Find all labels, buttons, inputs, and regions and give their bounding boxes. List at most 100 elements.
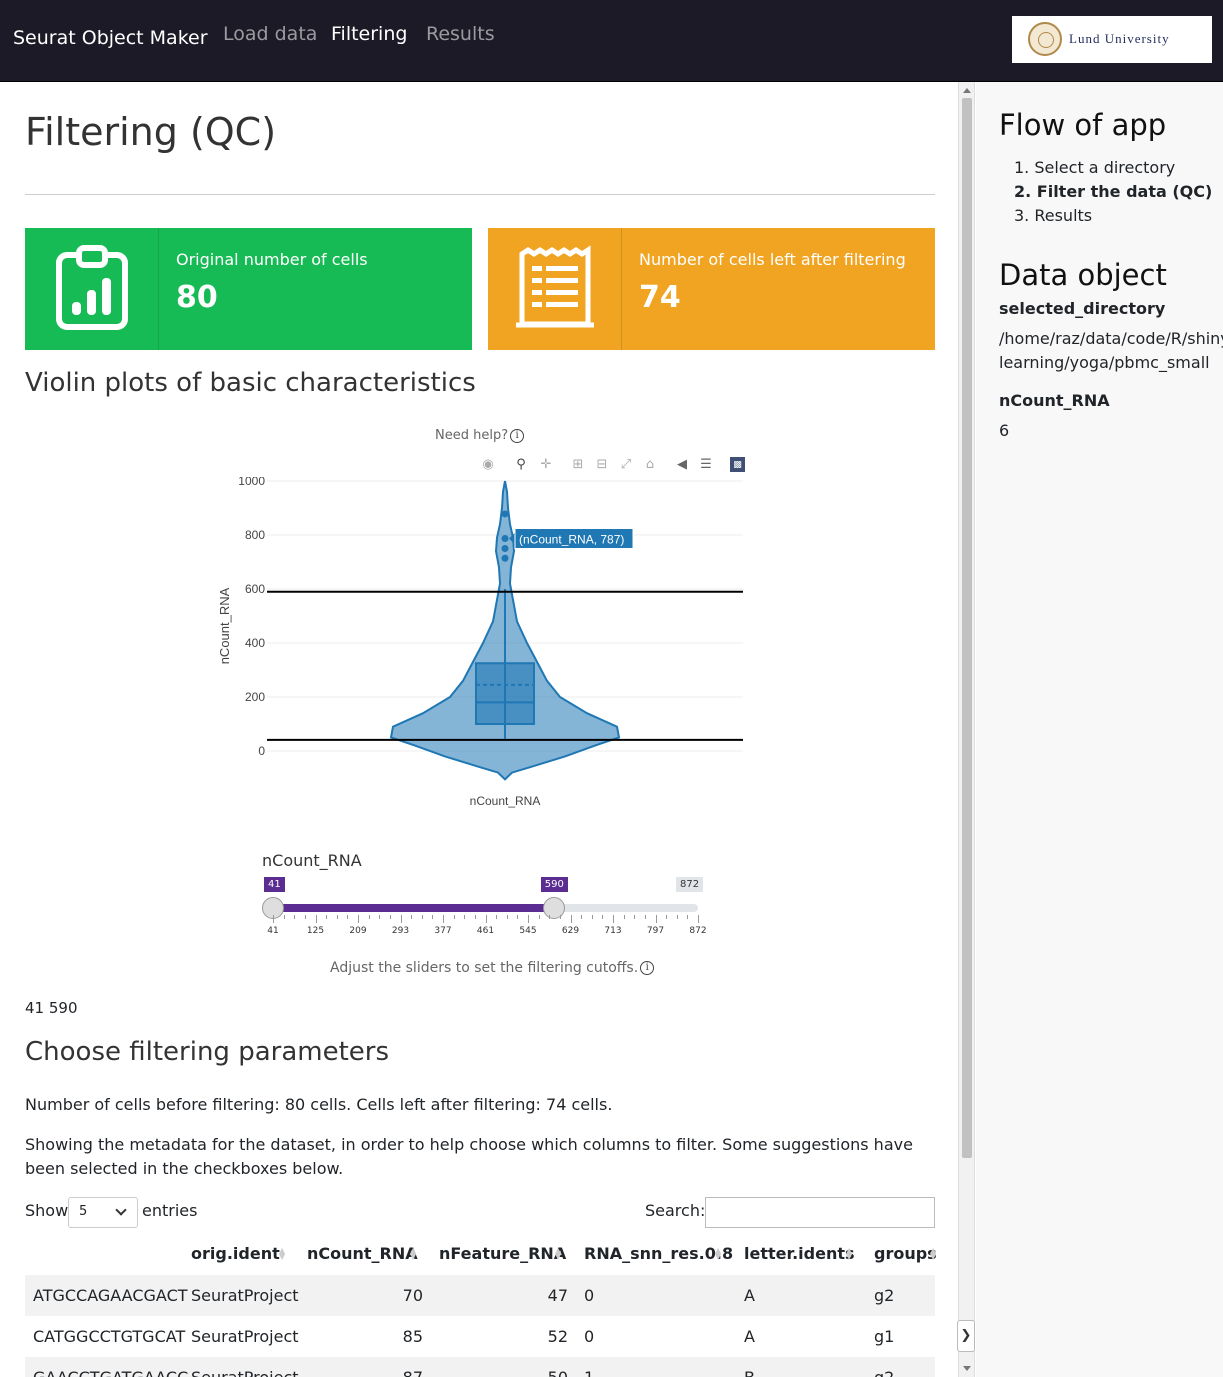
flow-item-filter: 2. Filter the data (QC) — [1014, 182, 1213, 201]
table-row[interactable]: ATGCCAGAACGACT SeuratProject 70 47 0 A g… — [25, 1275, 935, 1316]
reset-axes-icon[interactable]: ⌂ — [642, 457, 658, 473]
outlier-point — [501, 535, 509, 543]
main-panel: Filtering (QC) Original number of cells … — [0, 82, 958, 1377]
slider-tick-label: 125 — [306, 926, 325, 936]
slider-tick — [400, 915, 402, 923]
clipboard-chart-icon — [56, 245, 128, 330]
plotly-logo-icon[interactable]: ▩ — [730, 457, 745, 472]
slider-minor-tick — [623, 915, 625, 919]
search-input[interactable] — [705, 1197, 935, 1228]
zoom-icon[interactable]: ⚲ — [513, 457, 529, 473]
scroll-thumb[interactable] — [962, 98, 972, 1158]
value-box-icon-area — [25, 228, 159, 350]
navbar: Seurat Object Maker Load data Filtering … — [0, 0, 1223, 82]
slider-minor-tick — [421, 915, 423, 919]
sort-icon[interactable]: ▲ ▼ — [715, 1247, 721, 1261]
cell-group: g1 — [874, 1327, 895, 1346]
info-icon[interactable]: i — [640, 961, 655, 975]
hover-label-text: (nCount_RNA, 787) — [519, 533, 624, 547]
y-tick-label: 200 — [245, 690, 265, 704]
slider-minor-tick — [368, 915, 370, 919]
zoom-in-icon[interactable]: ⊞ — [570, 457, 586, 473]
data-object-title: Data object — [999, 258, 1167, 292]
ncount-range-slider[interactable]: 41 590 872 41 125 209 293 377 461 545 629 713 797… — [260, 877, 710, 937]
hover-closest-icon[interactable]: ◀ — [674, 457, 690, 473]
cell-group: g2 — [874, 1286, 895, 1305]
y-tick-label: 600 — [245, 582, 265, 596]
slider-minor-tick — [538, 915, 540, 919]
slider-max-tag: 872 — [676, 877, 704, 892]
violin-chart: (nCount_RNA, 787) 0 200 400 600 800 1000 nCoun… — [217, 477, 743, 808]
slider-minor-tick — [506, 915, 508, 919]
slider-minor-tick — [389, 915, 391, 919]
sort-icon[interactable]: ▲ ▼ — [846, 1247, 852, 1261]
slider-tick — [613, 915, 614, 923]
column-header-nfeature-rna[interactable]: nFeature_RNA — [439, 1244, 566, 1263]
cell-res: 0 — [584, 1286, 595, 1305]
slider-tick-label: 797 — [646, 926, 665, 936]
table-row[interactable]: GAACCTGATGAACC SeuratProject 87 50 1 B g… — [25, 1357, 935, 1377]
table-row[interactable]: CATGGCCTGTGCAT SeuratProject 85 52 0 A g… — [25, 1316, 935, 1357]
show-label: Show — [25, 1201, 69, 1220]
flow-list: 1. Select a directory 2. Filter the data… — [1014, 156, 1212, 228]
cell-nfeature: 50 — [439, 1368, 568, 1377]
entries-select[interactable]: 5 — [68, 1197, 138, 1228]
cell-cell-id: ATGCCAGAACGACT — [33, 1286, 188, 1305]
slider-minor-tick — [283, 915, 285, 919]
value-box-original: Original number of cells 80 — [25, 228, 472, 350]
autoscale-icon[interactable]: ⤢ — [618, 457, 634, 473]
info-icon[interactable]: i — [510, 428, 525, 443]
nav-load-data[interactable]: Load data — [223, 23, 317, 45]
value-ncount-rna: 6 — [999, 421, 1010, 440]
main-scrollbar[interactable] — [958, 82, 975, 1377]
entries-label: entries — [142, 1201, 198, 1220]
y-tick-label: 800 — [245, 528, 265, 542]
outlier-point — [501, 545, 509, 552]
value-box-icon-area — [488, 228, 622, 350]
slider-handle-to[interactable] — [542, 897, 565, 919]
slider-minor-tick — [676, 915, 678, 919]
nav-filtering[interactable]: Filtering — [331, 23, 407, 45]
scroll-down-arrow-icon[interactable] — [963, 1366, 971, 1371]
nav-results[interactable]: Results — [426, 23, 495, 45]
value-box-remaining: Number of cells left after filtering 74 — [488, 228, 935, 350]
chevron-down-icon — [115, 1204, 127, 1216]
slider-minor-tick — [347, 915, 349, 919]
sort-icon[interactable]: ▲ ▼ — [930, 1247, 936, 1261]
sort-icon[interactable]: ▲ ▼ — [410, 1247, 416, 1261]
slider-tick — [528, 915, 529, 923]
x-tick-label: nCount_RNA — [470, 794, 541, 808]
scroll-up-arrow-icon[interactable] — [963, 88, 971, 93]
pan-icon[interactable]: ✛ — [538, 457, 554, 473]
need-help-link[interactable]: Need help? i — [435, 428, 525, 443]
summary-text: Number of cells before filtering: 80 cel… — [25, 1095, 613, 1114]
column-header-orig-ident[interactable]: orig.ident — [191, 1244, 280, 1263]
slider-tick-label: 209 — [349, 926, 367, 936]
slider-minor-tick — [294, 915, 296, 919]
metadata-text: Showing the metadata for the dataset, in… — [25, 1135, 913, 1178]
slider-tick-label: 545 — [519, 926, 537, 936]
column-header-groups[interactable]: groups — [874, 1244, 937, 1263]
app-brand[interactable]: Seurat Object Maker — [13, 27, 208, 49]
university-seal-icon — [1028, 22, 1062, 56]
y-axis-title: nCount_RNA — [217, 587, 232, 664]
hover-compare-icon[interactable]: ☰ — [698, 457, 714, 473]
value-box-title: Original number of cells — [176, 250, 368, 269]
page-title: Filtering (QC) — [25, 110, 277, 154]
divider — [25, 194, 935, 195]
sort-icon[interactable]: ▲ ▼ — [279, 1247, 285, 1261]
slider-minor-tick — [496, 915, 498, 919]
column-header-rna-snn-res[interactable]: RNA_snn_res.0.8 — [584, 1244, 733, 1263]
slider-tick — [570, 915, 572, 923]
zoom-out-icon[interactable]: ⊟ — [594, 457, 610, 473]
slider-tick-label: 713 — [604, 926, 622, 936]
sort-icon[interactable]: ▲ ▼ — [555, 1247, 561, 1261]
value-selected-directory: /home/raz/data/code/R/shiny-learning/yog… — [999, 329, 1223, 372]
sidebar-toggle-button[interactable]: ❯ — [957, 1320, 975, 1352]
adjust-note-text: Adjust the sliders to set the filtering … — [330, 960, 639, 976]
outlier-point — [501, 554, 509, 562]
column-header-ncount-rna[interactable]: nCount_RNA — [307, 1244, 418, 1263]
camera-icon[interactable]: ◉ — [480, 457, 496, 473]
column-header-letter-idents[interactable]: letter.idents — [744, 1244, 855, 1263]
slider-tick — [655, 915, 657, 923]
